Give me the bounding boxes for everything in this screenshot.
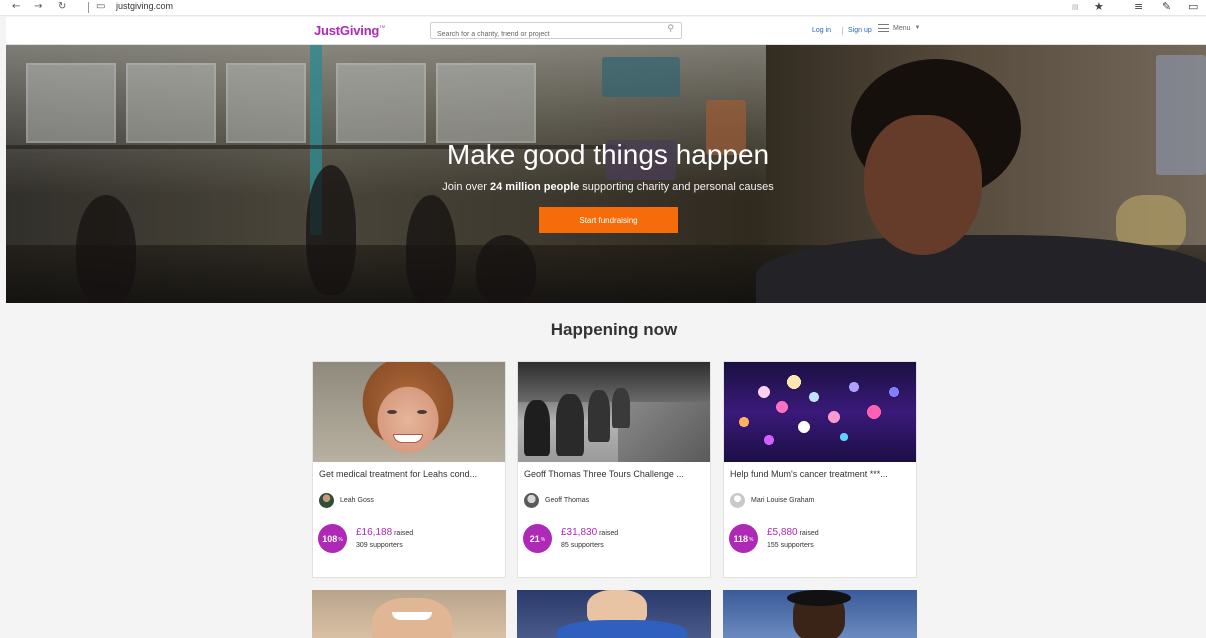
progress-badge: 108% xyxy=(318,524,347,553)
supporter-count: 309 supporters xyxy=(356,542,403,549)
card-image-verge xyxy=(618,402,710,462)
card-title[interactable]: Get medical treatment for Leahs cond... xyxy=(319,469,501,479)
card-image-smile xyxy=(392,612,432,620)
signup-link[interactable]: Sign up xyxy=(848,27,872,34)
page-icon: ▭ xyxy=(96,1,106,12)
back-arrow-icon[interactable]: ← xyxy=(12,1,20,12)
progress-badge: 118% xyxy=(729,524,758,553)
hero-title: Make good things happen xyxy=(446,139,770,170)
avatar xyxy=(730,493,745,508)
avatar xyxy=(319,493,334,508)
favorite-star-icon[interactable]: ★ xyxy=(1094,0,1104,13)
card-image xyxy=(313,362,505,462)
card-owner: Mari Louise Graham xyxy=(730,493,814,508)
fundraiser-card[interactable]: Get medical treatment for Leahs cond... … xyxy=(312,361,506,578)
card-title[interactable]: Geoff Thomas Three Tours Challenge ... xyxy=(524,469,706,479)
owner-name: Leah Goss xyxy=(340,497,374,504)
card-image-jersey xyxy=(557,620,687,638)
supporter-count: 155 supporters xyxy=(767,542,814,549)
amount-raised: £16,188 raised xyxy=(356,527,414,538)
fundraiser-card[interactable] xyxy=(312,590,506,638)
amount-raised: £5,880 raised xyxy=(767,527,819,538)
reading-view-icon[interactable]: ▤ xyxy=(1072,3,1079,11)
supporter-count: 85 supporters xyxy=(561,542,604,549)
fundraiser-card[interactable]: Help fund Mum's cancer treatment ***... … xyxy=(723,361,917,578)
card-image-hair xyxy=(787,590,851,606)
notes-icon[interactable]: ✎ xyxy=(1162,0,1171,13)
toolbar-divider xyxy=(88,2,89,13)
hub-icon[interactable]: ≡ xyxy=(1134,0,1143,13)
chevron-down-icon: ▼ xyxy=(914,25,921,31)
amount-raised: £31,830 raised xyxy=(561,527,619,538)
login-link[interactable]: Log in xyxy=(812,27,831,34)
card-owner: Geoff Thomas xyxy=(524,493,589,508)
forward-arrow-icon[interactable]: → xyxy=(34,1,42,12)
address-bar[interactable]: justgiving.com xyxy=(116,1,173,11)
avatar xyxy=(524,493,539,508)
menu-label: Menu xyxy=(893,24,911,32)
card-image-cyclist xyxy=(588,390,610,442)
justgiving-logo[interactable]: JustGiving™ xyxy=(314,23,385,38)
search-input[interactable] xyxy=(431,27,651,42)
search-box: ⚲ xyxy=(430,22,682,42)
menu-button[interactable]: Menu ▼ xyxy=(878,24,920,32)
hero-overlay xyxy=(6,45,1206,303)
card-image xyxy=(724,362,916,462)
search-icon[interactable]: ⚲ xyxy=(667,24,674,34)
refresh-icon[interactable]: ↻ xyxy=(58,1,66,12)
card-image-cyclist xyxy=(612,388,630,428)
browser-toolbar: ← → ↻ ▭ justgiving.com ▤ ★ ≡ ✎ ▭ xyxy=(0,0,1206,16)
fundraiser-card[interactable] xyxy=(517,590,711,638)
owner-name: Mari Louise Graham xyxy=(751,497,815,504)
card-image xyxy=(518,362,710,462)
card-owner: Leah Goss xyxy=(319,493,374,508)
fundraiser-card[interactable] xyxy=(723,590,917,638)
progress-badge: 21% xyxy=(523,524,552,553)
card-image-cyclist xyxy=(524,400,550,456)
section-title: Happening now xyxy=(550,320,678,339)
fundraiser-card[interactable]: Geoff Thomas Three Tours Challenge ... G… xyxy=(517,361,711,578)
card-title[interactable]: Help fund Mum's cancer treatment ***... xyxy=(730,469,912,479)
hamburger-icon xyxy=(878,24,889,32)
card-image-eye xyxy=(417,410,427,414)
site-header: JustGiving™ ⚲ Log in Sign up Menu ▼ xyxy=(6,17,1206,45)
share-icon[interactable]: ▭ xyxy=(1188,0,1198,13)
hero-subtitle: Join over 24 million people supporting c… xyxy=(442,181,774,193)
card-image-smile xyxy=(393,434,423,443)
card-image-cyclist xyxy=(556,394,584,456)
header-divider xyxy=(842,27,843,35)
owner-name: Geoff Thomas xyxy=(545,497,590,504)
hero-banner xyxy=(6,45,1206,303)
start-fundraising-button[interactable]: Start fundraising xyxy=(539,207,678,233)
card-image-eye xyxy=(387,410,397,414)
